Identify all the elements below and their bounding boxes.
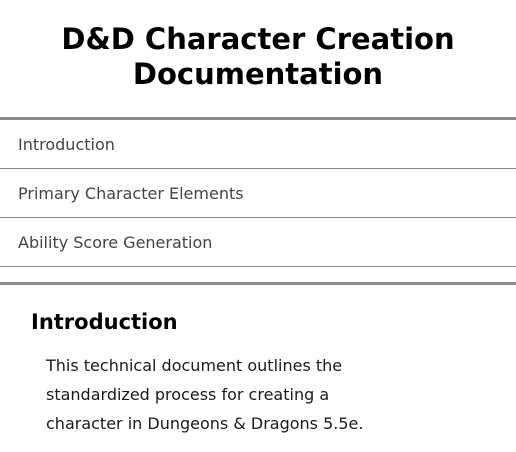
toc-item-primary-character-elements[interactable]: Primary Character Elements [0, 169, 516, 218]
table-of-contents: Introduction Primary Character Elements … [0, 120, 516, 267]
toc-spacer [0, 267, 516, 282]
section-paragraph: This technical document outlines the sta… [46, 356, 364, 433]
main-content: Introduction This technical document out… [0, 285, 516, 438]
page-title: D&D Character Creation Documentation [61, 22, 455, 91]
section-heading: Introduction [31, 310, 178, 334]
toc-item-label: Introduction [18, 134, 115, 154]
page-header: D&D Character Creation Documentation [0, 0, 516, 117]
toc-item-introduction[interactable]: Introduction [0, 120, 516, 169]
toc-item-label: Primary Character Elements [18, 183, 244, 203]
toc-item-ability-score-generation[interactable]: Ability Score Generation [0, 218, 516, 267]
toc-item-label: Ability Score Generation [18, 232, 213, 252]
